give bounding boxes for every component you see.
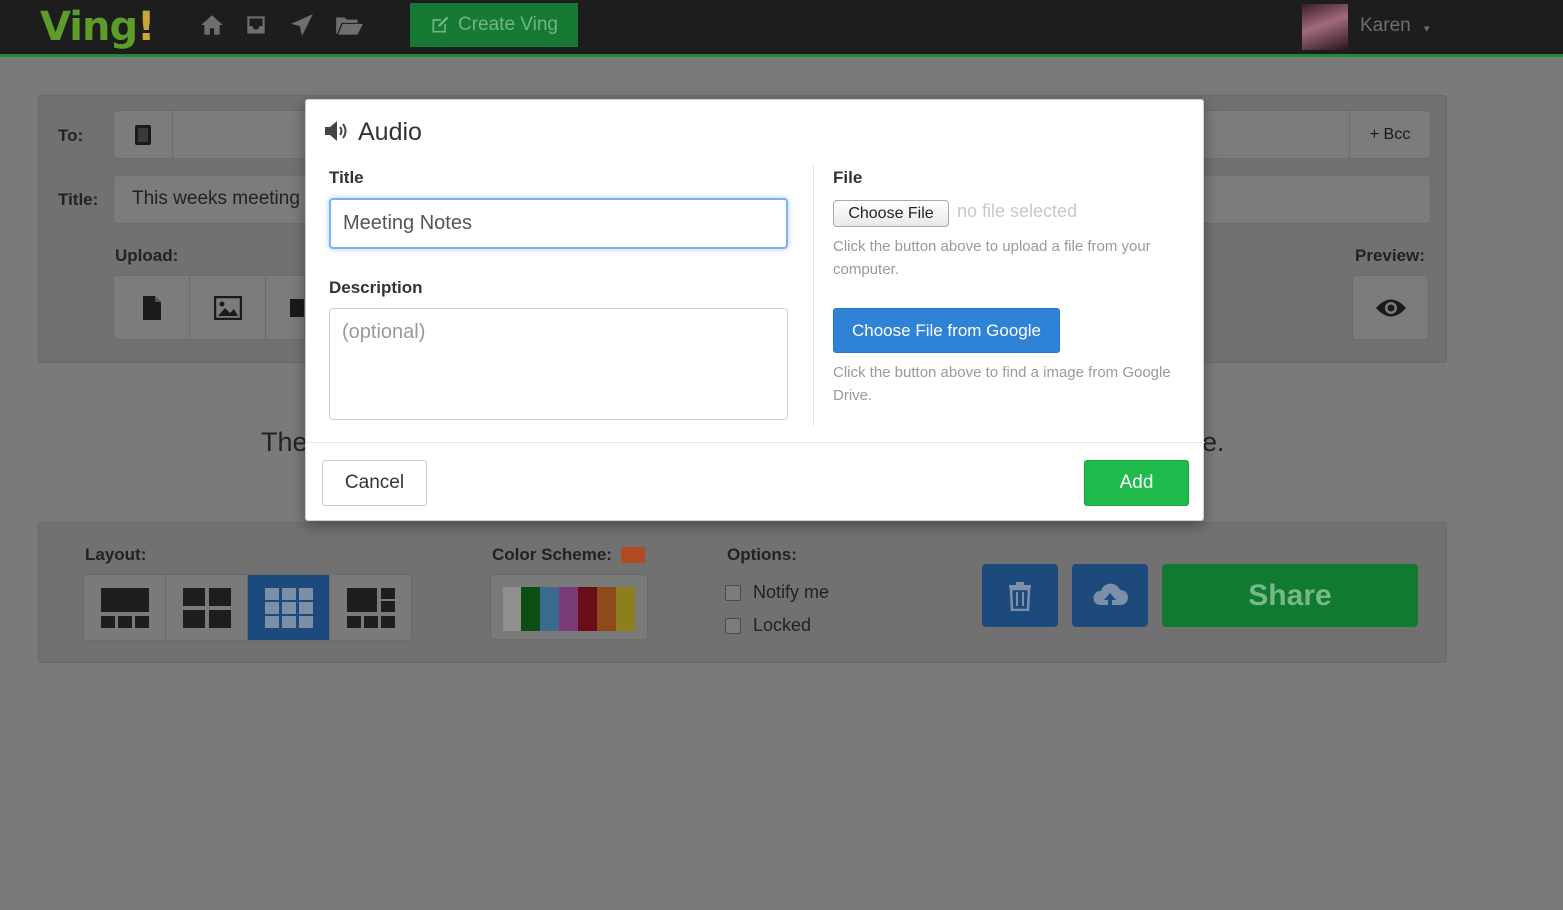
notify-checkbox[interactable] (725, 584, 741, 601)
description-input[interactable] (329, 308, 788, 420)
color-stripe-red (578, 587, 597, 631)
title-field-value: This weeks meeting (132, 188, 300, 209)
top-nav: Ving! Create Ving Karen ▾ (0, 0, 1563, 57)
audio-modal: Audio Title Description File Choose File… (305, 99, 1205, 521)
body-text-right: e. (1202, 427, 1225, 457)
locked-option: Locked (725, 615, 811, 636)
title-label: Title: (58, 190, 99, 209)
preview-label: Preview: (1355, 246, 1425, 265)
body-text-left: The (261, 427, 308, 457)
choose-from-google-button[interactable]: Choose File from Google (833, 308, 1060, 353)
file-help-text: Click the button above to upload a file … (833, 238, 1151, 278)
layout-mixed-icon (346, 587, 395, 628)
audio-title-input[interactable] (329, 198, 788, 249)
bcc-button[interactable]: + Bcc (1349, 110, 1431, 159)
no-file-selected-text: no file selected (957, 201, 1078, 221)
user-avatar[interactable] (1302, 4, 1348, 50)
color-stripe-gray (503, 587, 521, 631)
upload-video-button[interactable] (265, 275, 305, 340)
color-scheme-swatch (621, 547, 645, 563)
share-button[interactable]: Share (1162, 564, 1418, 627)
layout-header-icon (100, 587, 149, 628)
description-label: Description (329, 278, 423, 297)
send-icon[interactable] (289, 12, 315, 38)
color-stripe-purple (559, 587, 578, 631)
title-field-label: Title (329, 168, 364, 187)
create-ving-button[interactable]: Create Ving (410, 3, 578, 47)
layout-option-4[interactable] (329, 574, 412, 641)
eye-icon (1375, 299, 1406, 316)
layout-option-3[interactable] (247, 574, 330, 641)
layout-grid-icon (264, 587, 313, 628)
upload-label: Upload: (115, 246, 179, 265)
layout-option-1[interactable] (83, 574, 166, 641)
video-icon (290, 298, 304, 317)
color-stripe-green (521, 587, 540, 631)
preview-button[interactable] (1352, 275, 1429, 340)
inbox-icon[interactable] (243, 12, 269, 38)
address-book-icon (135, 124, 151, 145)
locked-checkbox[interactable] (725, 617, 741, 634)
column-divider (813, 164, 814, 426)
folder-icon[interactable] (334, 12, 364, 38)
locked-label: Locked (753, 615, 812, 635)
to-label: To: (58, 126, 84, 145)
user-menu-caret-icon[interactable]: ▾ (1424, 22, 1430, 35)
edit-icon (432, 16, 449, 33)
choose-file-button[interactable]: Choose File (833, 200, 949, 227)
color-stripe-blue (540, 587, 559, 631)
color-scheme-label: Color Scheme: (492, 545, 612, 564)
notify-label: Notify me (753, 582, 830, 602)
color-scheme-picker[interactable] (490, 574, 648, 640)
trash-icon (1009, 581, 1031, 611)
layout-quad-icon (182, 587, 231, 628)
footer-divider (306, 442, 1205, 443)
color-stripe-yellow (616, 587, 635, 631)
cancel-button[interactable]: Cancel (322, 460, 427, 506)
upload-document-button[interactable] (113, 275, 190, 340)
notify-option: Notify me (725, 582, 829, 603)
delete-button[interactable] (982, 564, 1058, 627)
add-button[interactable]: Add (1084, 460, 1189, 506)
document-icon (142, 295, 161, 320)
modal-title: Audio (358, 118, 422, 146)
image-icon (213, 295, 242, 320)
upload-cloud-button[interactable] (1072, 564, 1148, 627)
home-icon[interactable] (199, 12, 225, 38)
file-label: File (833, 168, 863, 187)
upload-image-button[interactable] (189, 275, 266, 340)
options-label: Options: (727, 545, 797, 564)
layout-option-2[interactable] (165, 574, 248, 641)
address-book-button[interactable] (113, 110, 173, 159)
google-help-text: Click the button above to find a image f… (833, 364, 1171, 404)
color-stripe-orange (597, 587, 616, 631)
user-name[interactable]: Karen (1360, 15, 1411, 37)
cloud-upload-icon (1093, 583, 1128, 609)
ving-logo[interactable]: Ving! (40, 4, 155, 50)
layout-label: Layout: (85, 545, 147, 564)
speaker-icon (325, 121, 347, 141)
